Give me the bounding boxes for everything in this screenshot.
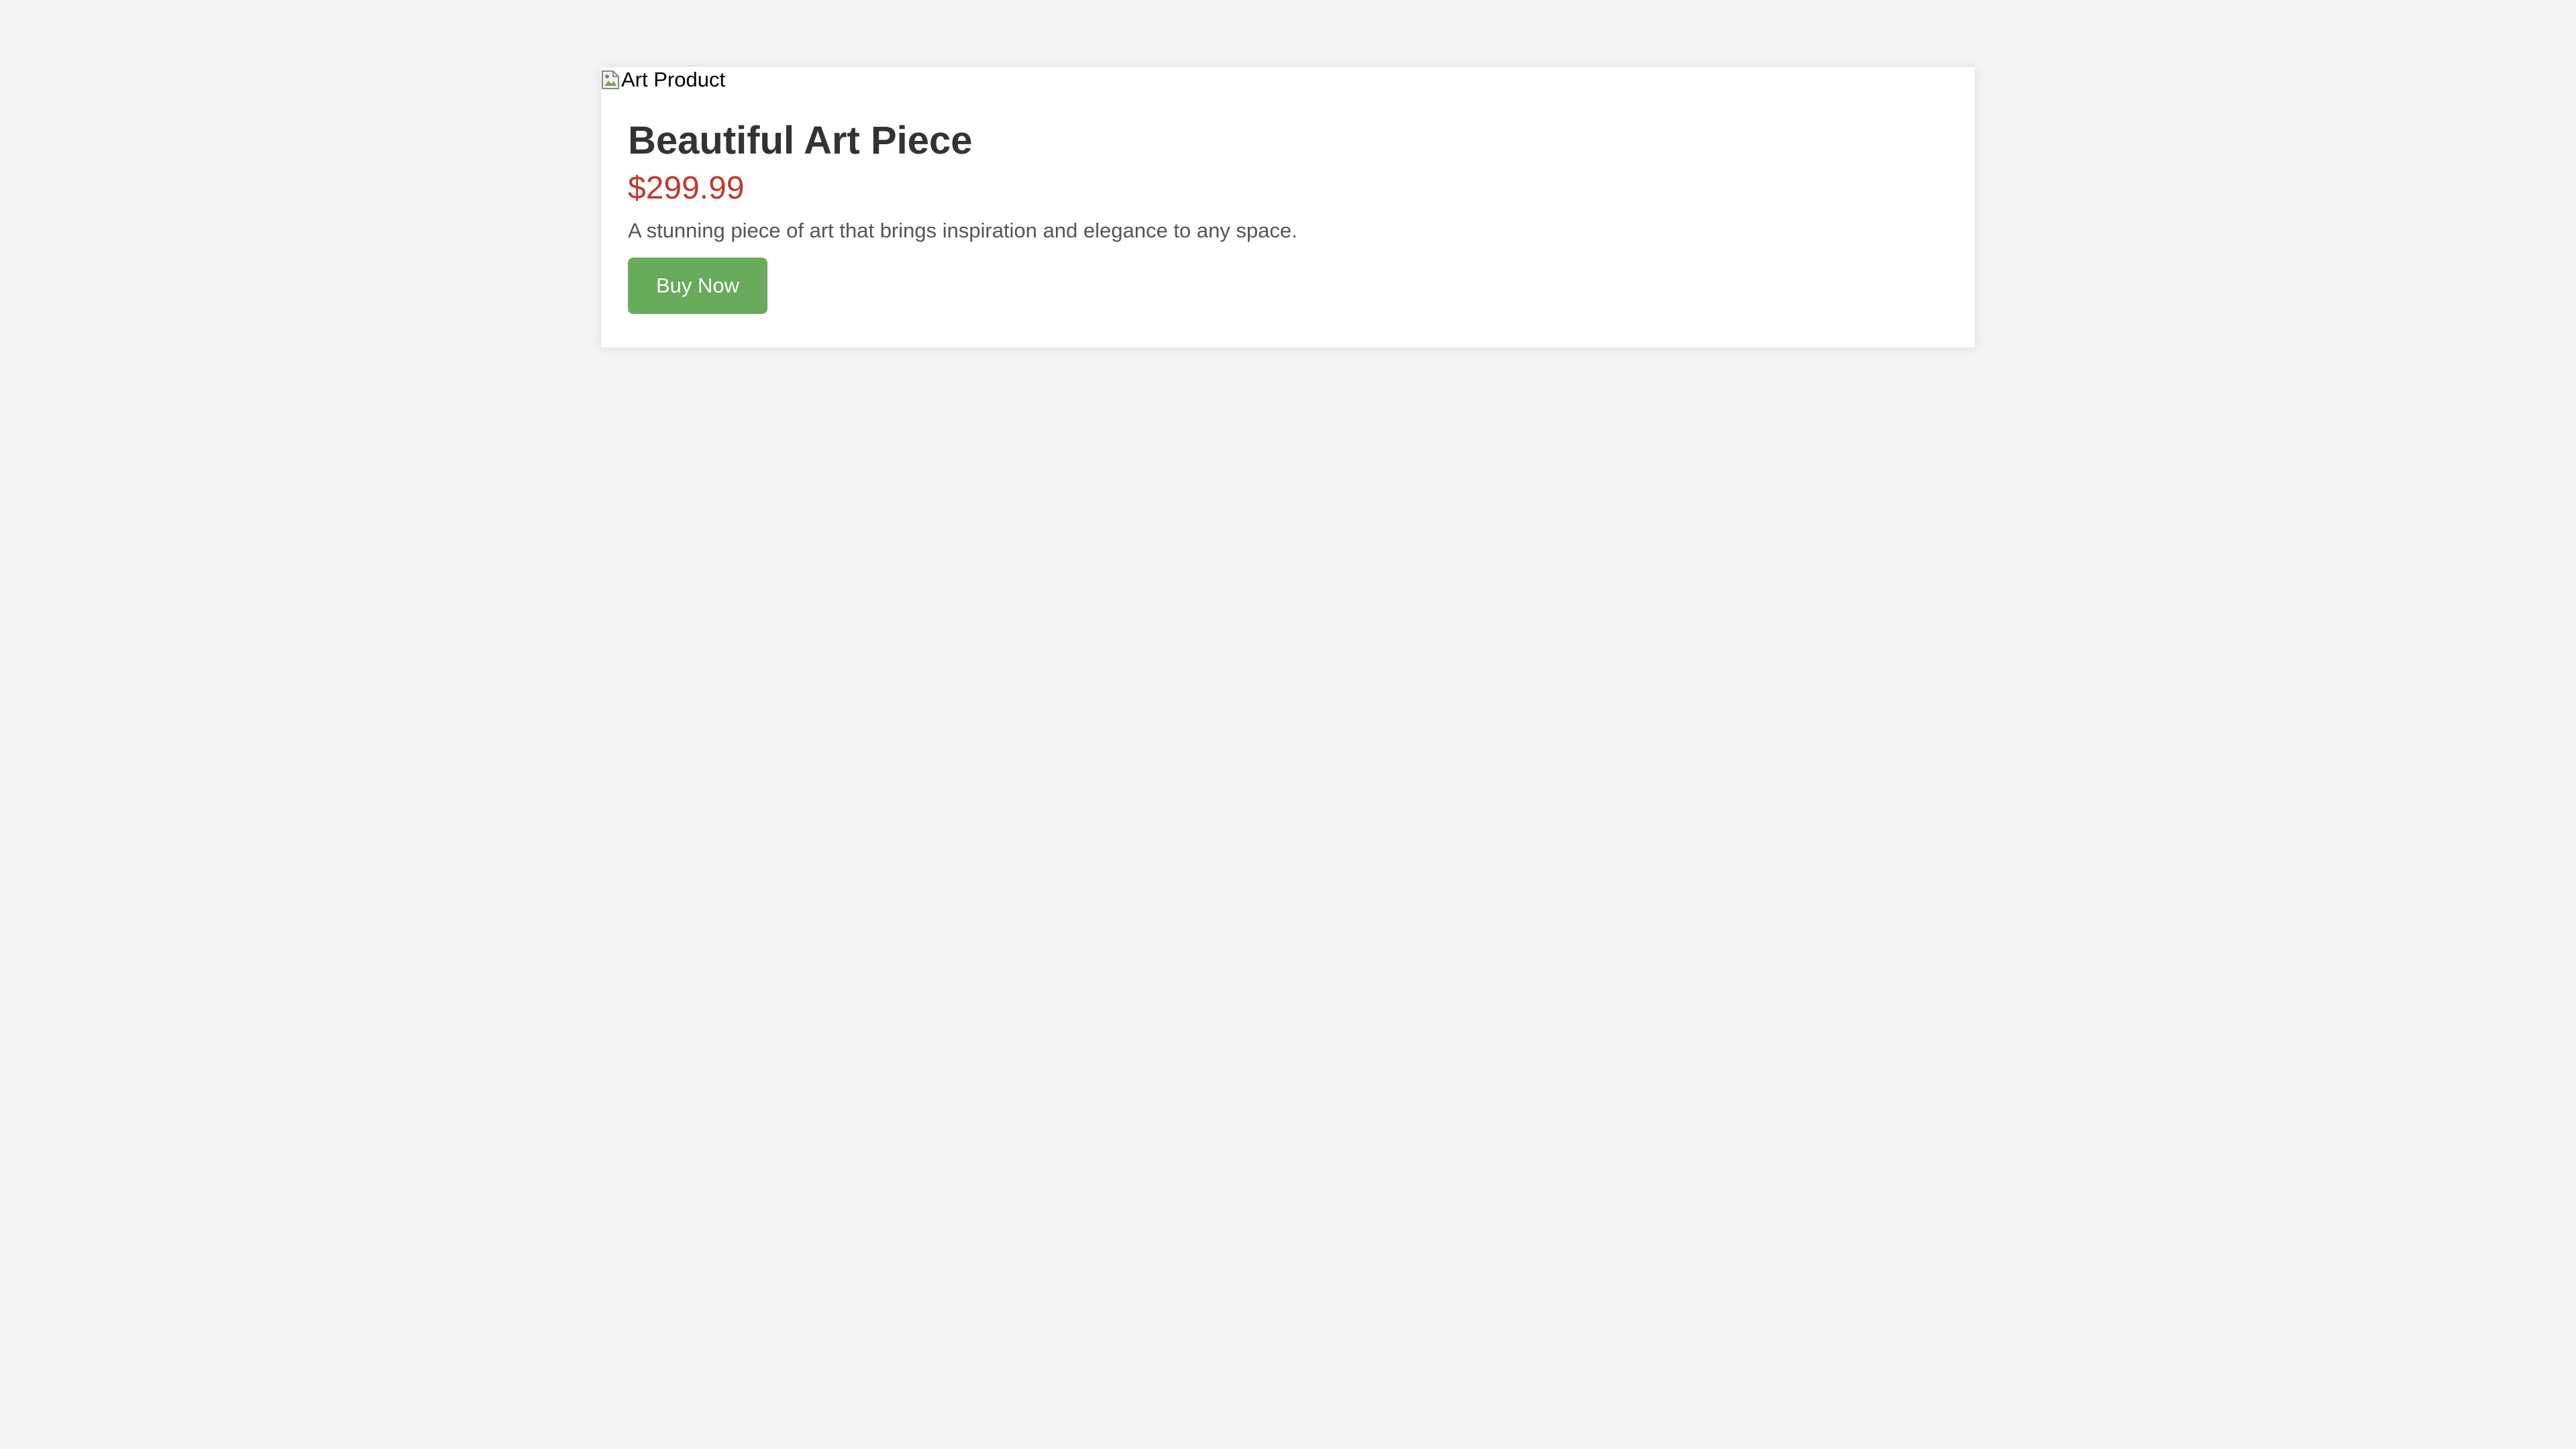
product-info: Beautiful Art Piece $299.99 A stunning p… [628, 115, 1948, 314]
product-image[interactable]: Art Product [601, 67, 725, 93]
product-description: A stunning piece of art that brings insp… [628, 219, 1297, 242]
product-card: Art Product Beautiful Art Piece $299.99 … [601, 67, 1975, 347]
buy-now-button[interactable]: Buy Now [628, 258, 767, 314]
broken-image-icon [601, 70, 620, 90]
product-title: Beautiful Art Piece [628, 119, 973, 162]
page: Art Product Beautiful Art Piece $299.99 … [0, 0, 2576, 1449]
product-image-alt-text: Art Product [621, 68, 726, 91]
product-price: $299.99 [628, 170, 745, 206]
